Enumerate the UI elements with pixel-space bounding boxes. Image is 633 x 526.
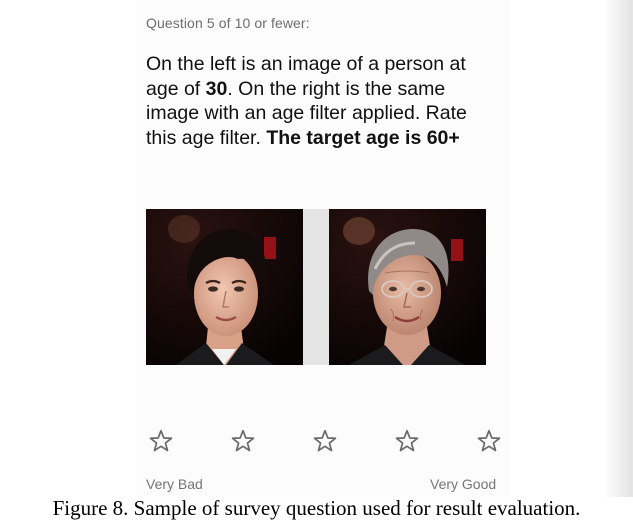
star-5-icon[interactable]	[476, 428, 502, 454]
rating-low-label: Very Bad	[146, 476, 203, 492]
target-age-text: The target age is 60+	[266, 126, 460, 149]
comparison-images	[146, 209, 486, 365]
filtered-face-image	[329, 209, 486, 365]
star-4-icon[interactable]	[394, 428, 420, 454]
original-face-image	[146, 209, 303, 365]
star-2-icon[interactable]	[230, 428, 256, 454]
question-text: On the left is an image of a person at a…	[146, 52, 496, 150]
rating-high-label: Very Good	[430, 476, 497, 492]
star-rating	[146, 428, 506, 458]
image-divider	[303, 209, 329, 365]
window-edge-shadow	[603, 0, 633, 497]
figure-caption: Figure 8. Sample of survey question used…	[52, 496, 581, 520]
star-1-icon[interactable]	[148, 428, 174, 454]
question-progress: Question 5 of 10 or fewer:	[146, 15, 310, 31]
star-3-icon[interactable]	[312, 428, 338, 454]
source-age: 30	[205, 77, 228, 100]
